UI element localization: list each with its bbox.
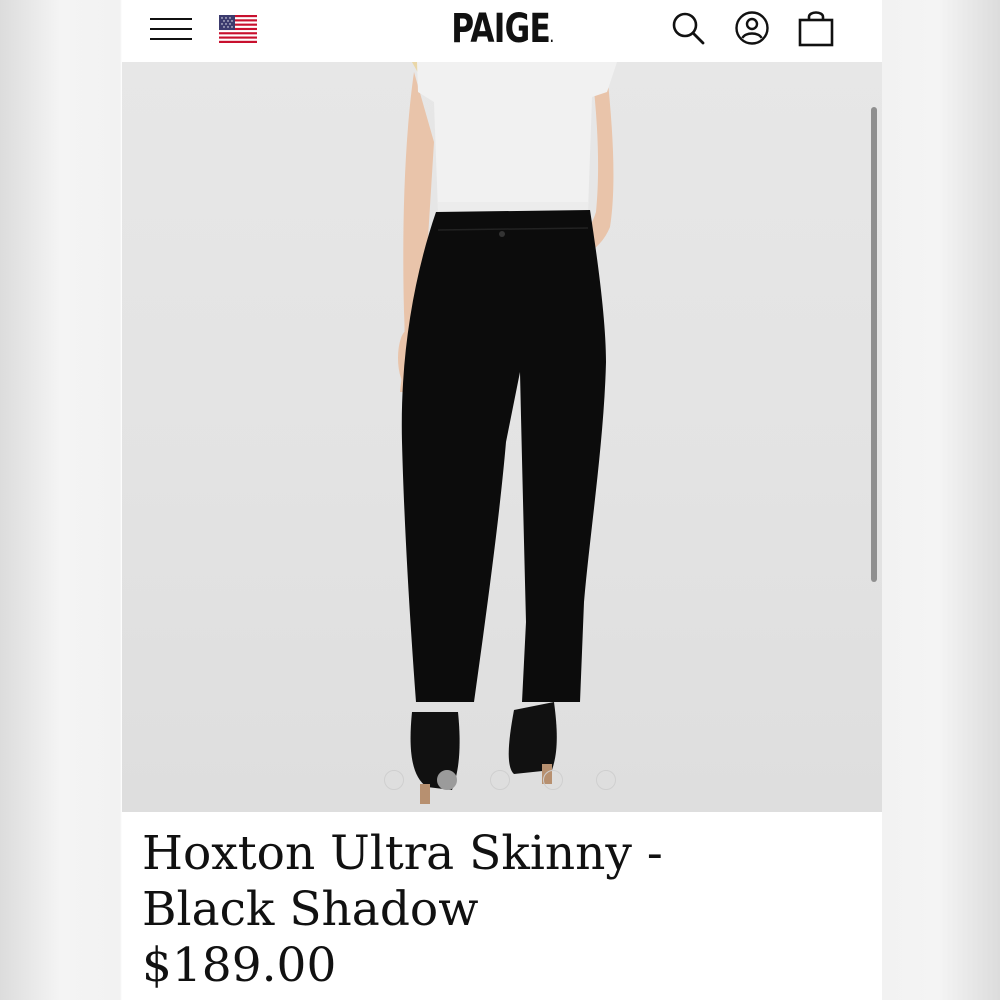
product-title: Hoxton Ultra Skinny - Black Shadow <box>142 826 862 938</box>
product-photo <box>398 62 617 804</box>
carousel-dot[interactable] <box>384 770 404 790</box>
carousel-dot[interactable] <box>543 770 563 790</box>
carousel-dots <box>384 770 624 794</box>
carousel-dot-active[interactable] <box>437 770 457 790</box>
product-title-line-2: Black Shadow <box>142 882 479 937</box>
menu-line <box>150 28 192 30</box>
brand-logo[interactable]: PAIGE. <box>206 6 799 52</box>
scrollbar[interactable] <box>871 107 877 582</box>
brand-name: PAIGE <box>451 6 551 52</box>
shopping-bag-icon[interactable] <box>795 8 837 50</box>
hamburger-menu-button[interactable] <box>148 14 194 44</box>
product-image-carousel[interactable] <box>122 62 882 812</box>
search-icon[interactable] <box>667 8 709 50</box>
carousel-dot[interactable] <box>490 770 510 790</box>
account-icon[interactable] <box>731 8 773 50</box>
brand-mark: . <box>549 31 553 45</box>
site-header: PAIGE. <box>122 0 882 63</box>
menu-line <box>150 38 192 40</box>
product-price: $189.00 <box>142 938 337 993</box>
menu-line <box>150 18 192 20</box>
product-title-line-1: Hoxton Ultra Skinny - <box>142 826 663 881</box>
carousel-dot[interactable] <box>596 770 616 790</box>
product-page: PAIGE. Hoxton Ultra Skinny - Black Shado… <box>122 0 882 1000</box>
